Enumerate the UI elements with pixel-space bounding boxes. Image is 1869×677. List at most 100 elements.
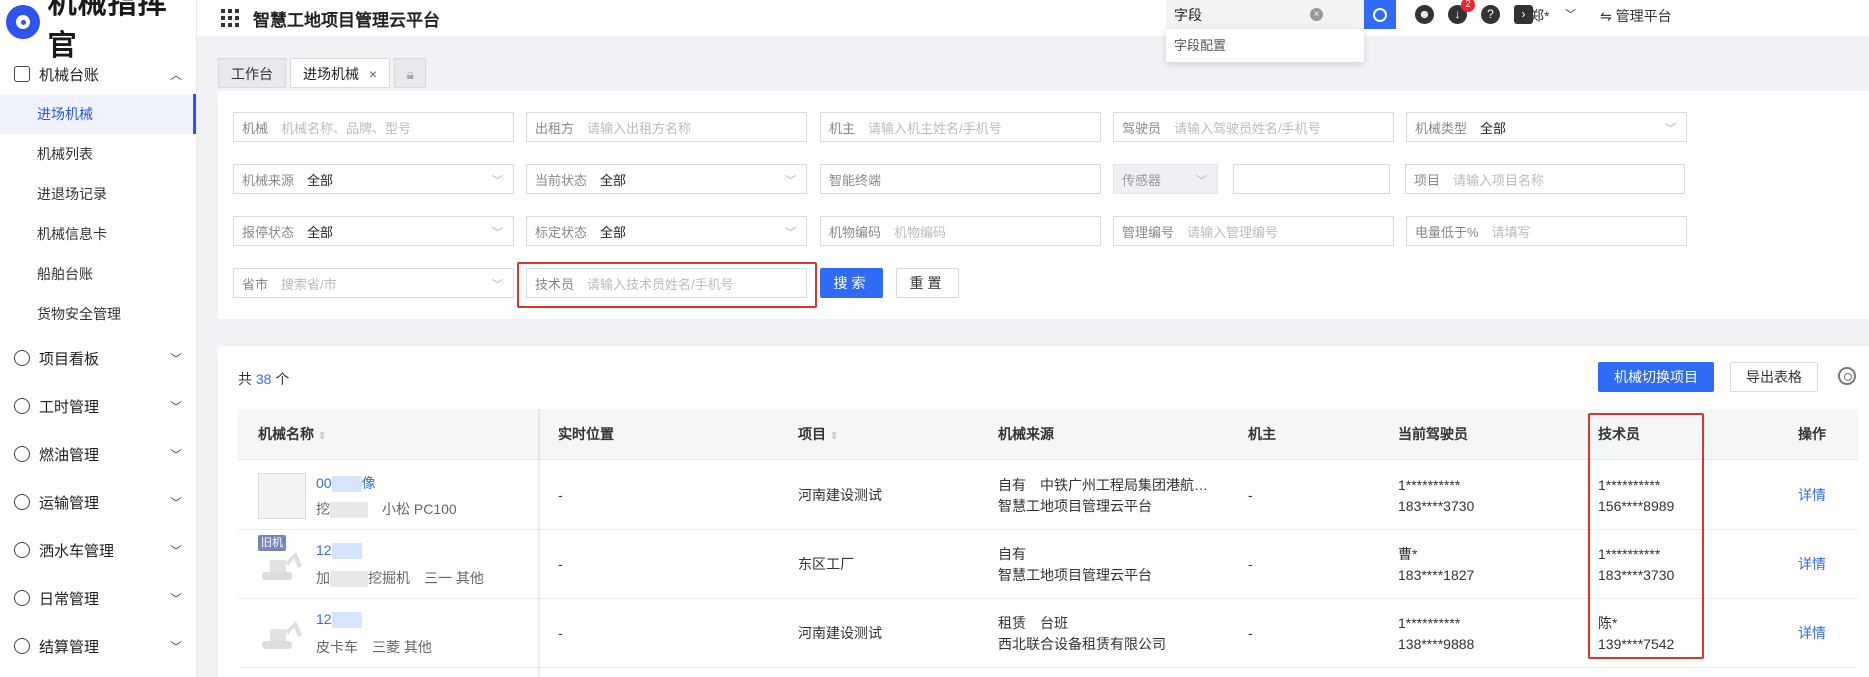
reset-button[interactable]: 重置: [896, 268, 959, 298]
machine-model: 挖 小松 PC100: [316, 499, 457, 519]
sort-icon[interactable]: ⇕: [318, 431, 326, 442]
filter-placeholder: 机械名称、品牌、型号: [281, 120, 412, 136]
sidebar-item-entry-machines[interactable]: 进场机械: [0, 94, 196, 134]
detail-link[interactable]: 详情: [1798, 623, 1826, 644]
manage-platform-link[interactable]: ⇋ 管理平台: [1600, 6, 1672, 26]
chevron-down-icon: ﹀: [492, 227, 503, 239]
clear-icon[interactable]: ×: [1310, 8, 1323, 21]
sort-icon[interactable]: ⇕: [830, 431, 838, 442]
sensor-value-input[interactable]: [1233, 164, 1390, 194]
gear-icon[interactable]: [1838, 367, 1856, 385]
search-button[interactable]: 搜索: [820, 268, 883, 298]
driver-name: 曹*: [1398, 546, 1418, 562]
sidebar-group-work-hours[interactable]: 工时管理 ﹀: [0, 382, 196, 430]
column-header-location: 实时位置: [558, 426, 614, 442]
province-city-select[interactable]: 省市 搜索省/市 ﹀: [233, 268, 514, 298]
tab-bar: 工作台 进场机械 × 🔒︎: [218, 58, 427, 88]
redacted-text: [331, 612, 362, 629]
filter-label: 标定状态: [535, 224, 588, 240]
ledger-icon: [14, 66, 30, 82]
source-line: 智慧工地项目管理云平台: [998, 498, 1152, 514]
sensor-select[interactable]: 传感器 ﹀: [1113, 164, 1218, 194]
download-icon[interactable]: ↓ 2: [1448, 0, 1475, 24]
owner-filter[interactable]: 机主 请输入机主姓名/手机号: [820, 112, 1101, 142]
export-table-button[interactable]: 导出表格: [1730, 362, 1818, 392]
machine-name-link[interactable]: 00 像: [316, 473, 376, 493]
machine-name: 12: [316, 611, 332, 627]
global-search-button[interactable]: [1364, 0, 1396, 29]
switch-project-button[interactable]: 机械切换项目: [1598, 362, 1714, 392]
sidebar-item-machine-list[interactable]: 机械列表: [0, 134, 196, 174]
sidebar-group-daily[interactable]: 日常管理 ﹀: [0, 574, 196, 622]
global-search-input[interactable]: [1166, 0, 1306, 29]
machine-name-link[interactable]: 12: [316, 542, 362, 560]
machine-name: 12: [316, 542, 332, 558]
sidebar-group-transport[interactable]: 运输管理 ﹀: [0, 478, 196, 526]
driver-phone: 138****9888: [1398, 636, 1475, 652]
driver-phone: 183****3730: [1398, 498, 1475, 514]
current-status-select[interactable]: 当前状态 全部 ﹀: [526, 164, 807, 194]
battery-filter[interactable]: 电量低于% 请填写: [1406, 216, 1687, 246]
sidebar-group-sprinkler[interactable]: 洒水车管理 ﹀: [0, 526, 196, 574]
machine-type-select[interactable]: 机械类型 全部 ﹀: [1406, 112, 1687, 142]
tab-workbench[interactable]: 工作台: [218, 58, 286, 88]
location-cell: -: [558, 556, 563, 572]
asset-code-filter[interactable]: 机物编码 机物编码: [820, 216, 1101, 246]
driver-cell: 1********** 183****3730: [1398, 475, 1474, 517]
machine-name-link[interactable]: 12: [316, 611, 362, 629]
smart-terminal-select[interactable]: 智能终端: [820, 164, 1101, 194]
machine-model: 加 挖掘机 三一 其他: [316, 568, 484, 588]
repair-status-select[interactable]: 报停状态 全部 ﹀: [233, 216, 514, 246]
service-icon[interactable]: ☻: [1415, 5, 1434, 24]
sidebar-group-label: 项目看板: [39, 350, 100, 368]
detail-link[interactable]: 详情: [1798, 485, 1826, 506]
filter-label: 报停状态: [242, 224, 295, 240]
redacted-text: [331, 476, 362, 493]
management-number-filter[interactable]: 管理编号 请输入管理编号: [1113, 216, 1394, 246]
sidebar-item-machine-card[interactable]: 机械信息卡: [0, 214, 196, 254]
chevron-down-icon: ﹀: [492, 279, 503, 291]
column-label: 机械名称: [258, 426, 314, 442]
project-cell: 河南建设测试: [798, 625, 882, 641]
column-header-project[interactable]: 项目 ⇕: [798, 409, 838, 460]
calibration-status-select[interactable]: 标定状态 全部 ﹀: [526, 216, 807, 246]
close-icon[interactable]: ×: [369, 66, 377, 82]
chevron-down-icon: ﹀: [169, 495, 182, 510]
sidebar-item-ship-ledger[interactable]: 船舶台账: [0, 254, 196, 294]
machine-source-select[interactable]: 机械来源 全部 ﹀: [233, 164, 514, 194]
sidebar-group-label: 工时管理: [39, 398, 100, 416]
column-header-machine[interactable]: 机械名称 ⇕: [258, 409, 326, 460]
filter-placeholder: 请输入项目名称: [1453, 172, 1545, 188]
project-filter[interactable]: 项目 请输入项目名称: [1405, 164, 1685, 194]
sidebar-group-settlement[interactable]: 结算管理 ﹀: [0, 622, 196, 670]
machine-model-tail: 挖掘机 三一 其他: [368, 570, 484, 586]
sidebar-item-cargo-safety[interactable]: 货物安全管理: [0, 294, 196, 334]
sidebar-group-project-board[interactable]: 项目看板 ﹀: [0, 334, 196, 382]
lessor-filter[interactable]: 出租方 请输入出租方名称: [526, 112, 807, 142]
lock-icon[interactable]: 🔒︎: [394, 58, 427, 88]
machine-filter[interactable]: 机械 机械名称、品牌、型号: [233, 112, 514, 142]
filter-placeholder: 机物编码: [894, 224, 947, 240]
manage-platform-label: 管理平台: [1615, 8, 1672, 24]
tab-entry-machines[interactable]: 进场机械 ×: [290, 58, 391, 88]
chevron-down-icon[interactable]: ﹀: [1565, 6, 1576, 22]
project-cell: 河南建设测试: [798, 487, 882, 503]
driver-filter[interactable]: 驾驶员 请输入驾驶员姓名/手机号: [1113, 112, 1394, 142]
source-line: 自有: [998, 546, 1026, 562]
user-name[interactable]: 郑*: [1530, 6, 1549, 26]
search-suggestion-item[interactable]: 字段配置: [1166, 29, 1364, 62]
logo-icon: [6, 5, 40, 39]
logo-text: 机械指挥官: [47, 0, 168, 62]
sidebar-group-label: 结算管理: [39, 638, 100, 656]
sidebar-group-fuel[interactable]: 燃油管理 ﹀: [0, 430, 196, 478]
chevron-down-icon: ﹀: [169, 399, 182, 414]
filter-label: 管理编号: [1122, 224, 1175, 240]
chevron-up-icon: ︿: [169, 67, 182, 82]
detail-link[interactable]: 详情: [1798, 554, 1826, 575]
chevron-down-icon: ﹀: [169, 543, 182, 558]
help-icon[interactable]: ?: [1481, 5, 1500, 24]
sidebar-item-entry-exit-records[interactable]: 进退场记录: [0, 174, 196, 214]
sidebar-group-label: 日常管理: [39, 590, 100, 608]
clock-icon: [14, 398, 30, 414]
app-grid-icon[interactable]: [221, 9, 239, 27]
